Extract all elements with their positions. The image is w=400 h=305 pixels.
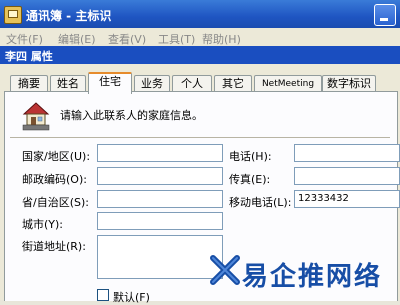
tab-home[interactable]: 住宅 [88, 72, 132, 94]
tab-summary[interactable]: 摘要 [10, 75, 48, 92]
tab-business[interactable]: 业务 [134, 75, 170, 92]
divider [10, 137, 390, 138]
tab-other[interactable]: 其它 [214, 75, 252, 92]
menu-view[interactable]: 查看(V) [108, 31, 146, 47]
house-card-icon [22, 102, 50, 131]
street-address-field[interactable] [97, 235, 223, 279]
mobile-phone-field[interactable]: 12333432 [294, 190, 400, 208]
tab-name[interactable]: 姓名 [50, 75, 86, 92]
province-label: 省/自治区(S): [22, 196, 89, 209]
country-field[interactable] [97, 144, 223, 162]
default-checkbox[interactable] [97, 289, 109, 301]
tab-netmeeting[interactable]: NetMeeting [254, 75, 322, 92]
default-label: 默认(F) [113, 291, 150, 304]
phone-field[interactable] [294, 144, 400, 162]
city-field[interactable] [97, 212, 223, 230]
dialog-title-bar: 李四 属性 [0, 46, 400, 64]
fax-label: 传真(E): [229, 173, 271, 186]
menu-file[interactable]: 文件(F) [6, 31, 43, 47]
city-label: 城市(Y): [22, 218, 64, 231]
minimize-button[interactable] [374, 4, 396, 26]
menu-bar: 文件(F) 编辑(E) 查看(V) 工具(T) 帮助(H) [0, 28, 400, 46]
dialog-title: 李四 属性 [5, 50, 53, 63]
tab-personal[interactable]: 个人 [172, 75, 212, 92]
country-label: 国家/地区(U): [22, 150, 91, 163]
phone-label: 电话(H): [229, 150, 272, 163]
postal-code-label: 邮政编码(O): [22, 173, 87, 186]
street-label: 街道地址(R): [22, 240, 86, 253]
fax-field[interactable] [294, 167, 400, 185]
watermark-text: 易企推网络 [242, 262, 383, 292]
postal-code-field[interactable] [97, 167, 223, 185]
address-book-icon [4, 6, 22, 24]
menu-tools[interactable]: 工具(T) [158, 31, 195, 47]
intro-text: 请输入此联系人的家庭信息。 [60, 109, 203, 122]
tab-digital-id[interactable]: 数字标识 [322, 75, 376, 92]
province-field[interactable] [97, 190, 223, 208]
watermark-logo-icon [210, 255, 240, 285]
menu-edit[interactable]: 编辑(E) [58, 31, 96, 47]
menu-help[interactable]: 帮助(H) [202, 31, 241, 47]
main-window-title: 通讯簿 - 主标识 [26, 9, 112, 23]
main-title-bar: 通讯簿 - 主标识 [0, 0, 400, 28]
mobile-phone-label: 移动电话(L): [229, 196, 292, 209]
